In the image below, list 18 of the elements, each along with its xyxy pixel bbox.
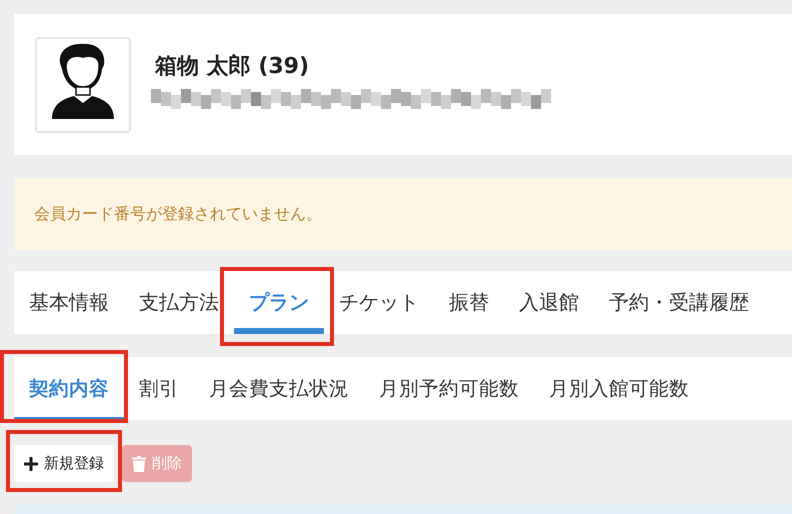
trash-icon [132, 456, 146, 472]
tab[interactable]: チケット [324, 271, 434, 334]
tab[interactable]: 割引 [124, 357, 194, 420]
member-name: 箱物 太郎 (39) [154, 52, 310, 80]
tab[interactable]: プラン [234, 271, 324, 334]
plus-icon [24, 456, 38, 470]
tab[interactable]: 入退館 [504, 271, 594, 334]
tab[interactable]: 契約内容 [14, 357, 124, 420]
tab[interactable]: 月会費支払状況 [194, 357, 364, 420]
tab[interactable]: 基本情報 [14, 271, 124, 334]
warning-alert: 会員カード番号が登録されていません。 [14, 178, 792, 250]
tab[interactable]: 支払方法 [124, 271, 234, 334]
avatar-icon [52, 42, 114, 118]
tab[interactable]: 予約・受講履歴 [594, 271, 764, 334]
tab[interactable]: 振替 [434, 271, 504, 334]
tab[interactable]: 月別入館可能数 [534, 357, 704, 420]
tab[interactable]: 月別予約可能数 [364, 357, 534, 420]
add-button[interactable]: 新規登録 [14, 445, 114, 482]
